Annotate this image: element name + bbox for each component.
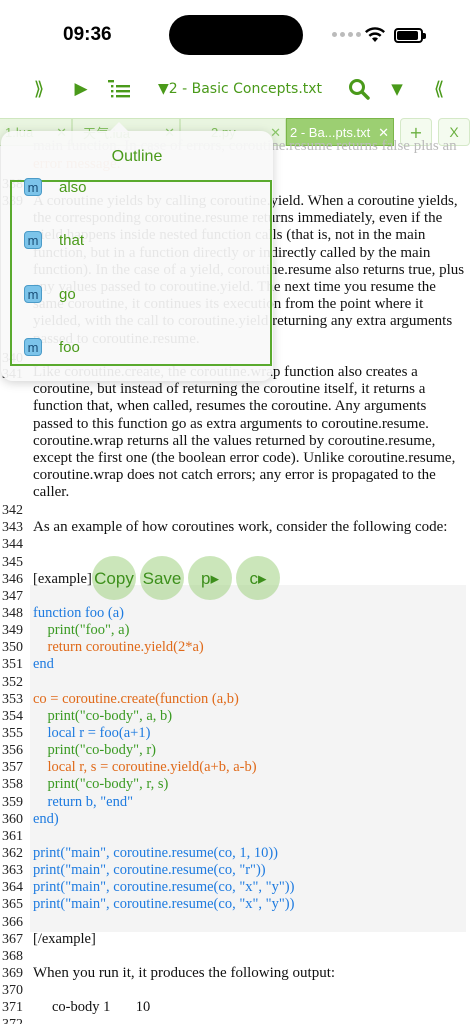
line-number: 344	[2, 537, 23, 552]
code-line: end	[33, 656, 54, 672]
line-number: 349	[2, 623, 23, 638]
line-number: 370	[2, 983, 23, 998]
text-line: passed to this function go as extra argu…	[33, 415, 429, 432]
text-line: except the first one (the boolean error …	[33, 450, 456, 467]
line-number: 369	[2, 966, 23, 981]
status-icons	[332, 26, 432, 46]
outline-popover: Outline m also m that m go m foo	[1, 122, 273, 381]
code-line: return coroutine.yield(2*a)	[33, 639, 204, 655]
save-button[interactable]: Save	[140, 556, 184, 600]
list-icon	[108, 80, 130, 98]
line-number: 359	[2, 795, 23, 810]
code-line: print("main", coroutine.resume(co, "x", …	[33, 896, 295, 912]
code-line: print("main", coroutine.resume(co, "r"))	[33, 862, 266, 878]
paragraph-369: When you run it, it produces the followi…	[33, 965, 336, 981]
search-icon	[349, 79, 370, 100]
line-number: 350	[2, 640, 23, 655]
outline-item-also[interactable]: m also	[24, 176, 87, 198]
line-number: 342	[2, 503, 23, 518]
line-number: 346	[2, 572, 23, 587]
outline-item-label: also	[59, 178, 87, 196]
outline-item-label: foo	[59, 338, 80, 356]
code-line: local r = foo(a+1)	[33, 725, 151, 741]
text-line: coroutine, but instead of returning the …	[33, 381, 426, 398]
line-number: 366	[2, 915, 23, 930]
outline-item-label: that	[59, 231, 85, 249]
line-number: 365	[2, 897, 23, 912]
outline-list: m also m that m go m foo	[10, 178, 272, 366]
code-line: print("co-body", a, b)	[33, 708, 173, 724]
collapse-right-button[interactable]: ⟪	[428, 76, 450, 102]
line-number: 353	[2, 692, 23, 707]
run-console-button[interactable]: c▸	[236, 556, 280, 600]
line-number: 368	[2, 949, 23, 964]
code-line: function foo (a)	[33, 605, 124, 621]
line-number: 347	[2, 589, 23, 604]
dynamic-island	[169, 15, 303, 55]
line-number: 356	[2, 743, 23, 758]
line-number: 348	[2, 606, 23, 621]
search-button[interactable]	[346, 76, 372, 102]
code-line: print("main", coroutine.resume(co, "x", …	[33, 879, 295, 895]
signal-icon	[332, 32, 361, 37]
text-line: function that, when called, resumes the …	[33, 398, 427, 415]
line-number: 367	[2, 932, 23, 947]
dropdown-button[interactable]: ▼	[387, 76, 407, 102]
line-number: 351	[2, 657, 23, 672]
line-number: 363	[2, 863, 23, 878]
run-button[interactable]: ▶	[70, 76, 92, 102]
toolbar: ⟫ ▶ ▼2 - Basic Concepts.txt ▼ ⟪	[0, 62, 471, 116]
outline-item-label: go	[59, 285, 76, 303]
status-time: 09:36	[63, 24, 112, 45]
battery-icon	[394, 28, 426, 43]
collapse-left-button[interactable]: ⟫	[28, 76, 50, 102]
code-line: local r, s = coroutine.yield(a+b, a-b)	[33, 759, 257, 775]
line-number: 361	[2, 829, 23, 844]
line-number: 371	[2, 1000, 23, 1015]
line-number: 360	[2, 812, 23, 827]
example-open-tag: [example]	[33, 571, 92, 587]
example-close-tag: [/example]	[33, 931, 96, 947]
code-line: print("co-body", r, s)	[33, 776, 169, 792]
method-icon: m	[24, 338, 42, 356]
paragraph-341: Like coroutine.create, the coroutine.wra…	[33, 364, 465, 502]
text-line: caller.	[33, 484, 70, 501]
text-line: coroutine.wrap does not catch errors; an…	[33, 467, 436, 484]
line-number: 354	[2, 709, 23, 724]
run-python-button[interactable]: p▸	[188, 556, 232, 600]
code-line: print("foo", a)	[33, 622, 130, 638]
line-number: 372	[2, 1016, 23, 1024]
method-icon: m	[24, 285, 42, 303]
line-number: 352	[2, 675, 23, 690]
method-icon: m	[24, 178, 42, 196]
code-line: return b, "end"	[33, 794, 134, 810]
outline-item-that[interactable]: m that	[24, 229, 84, 251]
status-bar: 09:36	[0, 0, 471, 62]
line-number: 343	[2, 520, 23, 535]
line-number: 345	[2, 555, 23, 570]
outline-item-foo[interactable]: m foo	[24, 336, 80, 358]
document-title[interactable]: ▼2 - Basic Concepts.txt	[158, 76, 348, 102]
outline-item-go[interactable]: m go	[24, 283, 76, 305]
text-line: coroutine.wrap returns all the values re…	[33, 432, 436, 449]
method-icon: m	[24, 231, 42, 249]
line-number: 358	[2, 777, 23, 792]
line-number: 357	[2, 760, 23, 775]
wifi-icon	[365, 27, 385, 42]
output-line: co-body 1 10	[52, 999, 151, 1015]
copy-button[interactable]: Copy	[92, 556, 136, 600]
paragraph-343: As an example of how coroutines work, co…	[33, 519, 448, 535]
code-line: end)	[33, 811, 59, 827]
code-line: print("co-body", r)	[33, 742, 156, 758]
line-number: 364	[2, 880, 23, 895]
code-line: co = coroutine.create(function (a,b)	[33, 691, 239, 707]
line-number: 362	[2, 846, 23, 861]
line-number: 355	[2, 726, 23, 741]
outline-title: Outline	[111, 148, 163, 165]
code-line: print("main", coroutine.resume(co, 1, 10…	[33, 845, 278, 861]
outline-list-button[interactable]	[106, 76, 132, 102]
